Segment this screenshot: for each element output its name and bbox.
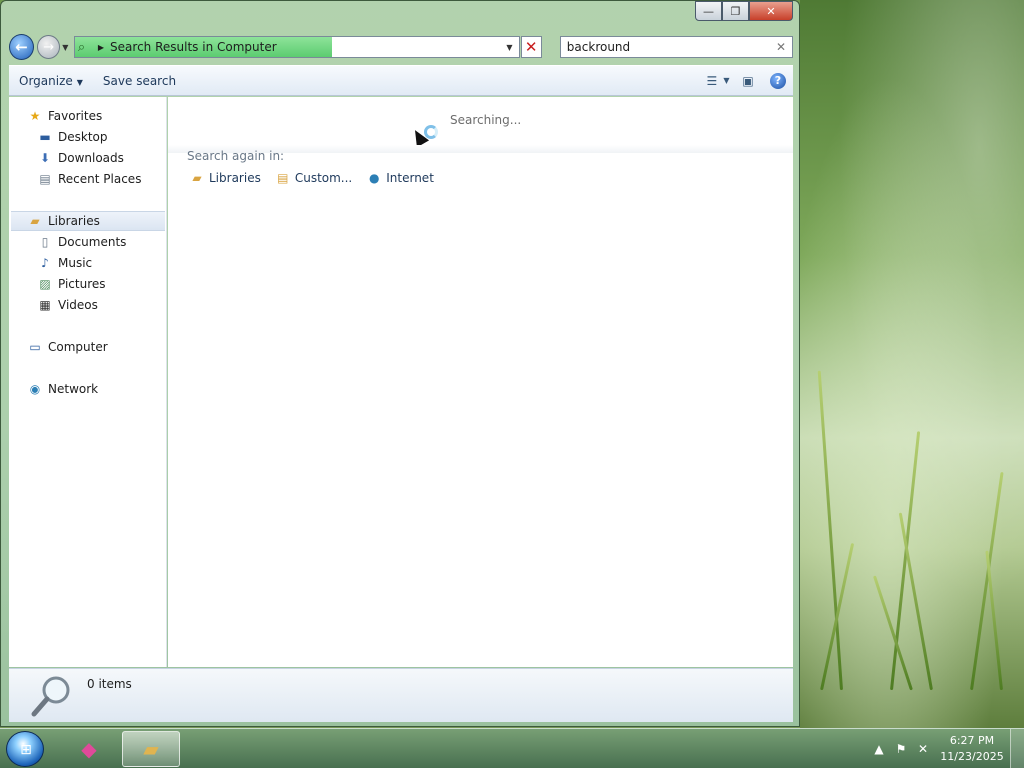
- chevron-down-icon: ▼: [76, 77, 83, 87]
- back-arrow-icon: ←: [15, 38, 28, 56]
- nav-computer[interactable]: ▭ Computer: [27, 337, 183, 357]
- show-desktop-button[interactable]: [1010, 729, 1024, 768]
- nav-label: Music: [58, 256, 93, 270]
- star-icon: ★: [29, 109, 41, 123]
- nav-favorites[interactable]: ★ Favorites: [27, 106, 183, 126]
- libraries-folder-icon: ▰: [30, 214, 40, 228]
- nav-label: Documents: [58, 235, 127, 249]
- taskbar-app-explorer[interactable]: ▰: [122, 731, 180, 767]
- libraries-folder-icon: ▰: [192, 171, 202, 185]
- chevron-down-icon: ▼: [723, 76, 730, 85]
- explorer-window: — ❐ ✕ ← → ▼ ⌕ ▶ Search Results in Comput…: [0, 0, 800, 727]
- window-controls: — ❐ ✕: [695, 1, 793, 21]
- forward-arrow-icon: →: [43, 39, 55, 55]
- network-icon: ◉: [29, 382, 41, 396]
- search-box[interactable]: ✕: [559, 36, 793, 58]
- help-button[interactable]: ?: [767, 71, 789, 91]
- search-results-icon: ⌕: [77, 39, 86, 55]
- details-pane: 0 items: [9, 668, 793, 722]
- close-button[interactable]: ✕: [749, 1, 793, 21]
- magnifier-icon: [31, 676, 70, 717]
- internet-globe-icon: ●: [369, 171, 380, 185]
- search-input[interactable]: [566, 40, 767, 54]
- folder-icon: ▰: [143, 737, 159, 761]
- clock-date: 11/23/2025: [940, 750, 1004, 763]
- item-count: 0 items: [87, 677, 132, 691]
- searching-status: Searching...: [450, 113, 522, 127]
- forward-button[interactable]: →: [37, 35, 61, 59]
- action-center-icon[interactable]: ⚑: [890, 742, 912, 756]
- nav-label: Computer: [48, 340, 108, 354]
- navigation-pane: ★ Favorites ▬ Desktop ⬇ Downloads ▤ Recent P…: [9, 97, 167, 667]
- show-hidden-icons-icon[interactable]: ▲: [868, 742, 890, 756]
- nav-label: Network: [48, 382, 99, 396]
- option-label: Custom...: [294, 171, 353, 185]
- breadcrumb-arrow-icon[interactable]: ▶: [98, 43, 104, 52]
- taskbar: ⊞ ◆ ▰ ▲ ⚑ ✕ 6:27 PM 11/23/2025: [0, 728, 1024, 768]
- windows-logo-icon: ⊞: [20, 742, 32, 758]
- change-view-button[interactable]: ☰ ▼: [706, 71, 730, 91]
- system-tray: ▲ ⚑ ✕ 6:27 PM 11/23/2025: [868, 729, 1024, 768]
- minimize-button[interactable]: —: [695, 1, 722, 21]
- music-icon: ♪: [41, 256, 49, 270]
- nav-label: Recent Places: [58, 172, 142, 186]
- downloads-folder-icon: ⬇: [39, 151, 51, 165]
- nav-label: Pictures: [58, 277, 106, 291]
- organize-button[interactable]: Organize ▼: [9, 74, 93, 88]
- nav-label: Desktop: [58, 130, 108, 144]
- address-bar[interactable]: ⌕ ▶ Search Results in Computer ▼: [73, 36, 520, 58]
- pictures-icon: ▨: [39, 277, 51, 291]
- desktop-icon: ▬: [39, 130, 51, 144]
- nav-libraries[interactable]: ▰ Libraries: [11, 211, 165, 231]
- documents-icon: ▯: [41, 235, 49, 249]
- preview-pane-button[interactable]: ▣: [737, 71, 759, 91]
- recent-places-icon: ▤: [39, 172, 51, 186]
- search-again-libraries[interactable]: ▰ Libraries: [189, 170, 261, 186]
- help-icon: ?: [770, 72, 786, 89]
- maximize-button[interactable]: ❐: [722, 1, 749, 21]
- nav-label: Videos: [58, 298, 98, 312]
- start-button[interactable]: ⊞: [6, 731, 44, 767]
- custom-folder-icon: ▤: [277, 171, 289, 185]
- preview-pane-icon: ▣: [742, 73, 754, 88]
- save-search-label: Save search: [102, 73, 177, 88]
- nav-label: Downloads: [58, 151, 124, 165]
- clock-time: 6:27 PM: [949, 734, 995, 747]
- save-search-button[interactable]: Save search: [93, 74, 186, 88]
- search-again-custom[interactable]: ▤ Custom...: [275, 170, 352, 186]
- search-again-label: Search again in:: [187, 149, 285, 163]
- recent-pages-dropdown[interactable]: ▼: [62, 43, 72, 52]
- navigation-bar: ← → ▼ ⌕ ▶ Search Results in Computer ▼ ✕…: [9, 33, 793, 61]
- search-again-options: ▰ Libraries ▤ Custom... ● Internet: [189, 170, 448, 186]
- option-label: Libraries: [209, 171, 261, 185]
- search-again-internet[interactable]: ● Internet: [366, 170, 434, 186]
- videos-icon: ▦: [39, 298, 51, 312]
- option-label: Internet: [386, 171, 434, 185]
- stop-search-button[interactable]: ✕: [520, 36, 542, 58]
- clear-search-icon[interactable]: ✕: [776, 40, 786, 54]
- back-button[interactable]: ←: [9, 34, 35, 60]
- computer-icon: ▭: [29, 340, 41, 354]
- clock[interactable]: 6:27 PM 11/23/2025: [934, 733, 1010, 765]
- desktop-background: [800, 0, 1024, 730]
- nav-label: Favorites: [48, 109, 103, 123]
- address-text[interactable]: Search Results in Computer: [110, 40, 277, 54]
- view-list-icon: ☰: [706, 73, 718, 88]
- address-dropdown-icon[interactable]: ▼: [506, 43, 512, 52]
- taskbar-app-pinned[interactable]: ◆: [60, 731, 118, 767]
- command-bar: Organize ▼ Save search ☰ ▼ ▣ ?: [9, 65, 793, 96]
- results-pane: Searching... Search again in: ▰ Libraries…: [168, 97, 793, 667]
- organize-label: Organize: [19, 73, 73, 88]
- nav-network[interactable]: ◉ Network: [27, 379, 183, 399]
- volume-muted-icon[interactable]: ✕: [912, 742, 934, 756]
- nav-label: Libraries: [48, 214, 100, 228]
- app-icon: ◆: [81, 737, 97, 761]
